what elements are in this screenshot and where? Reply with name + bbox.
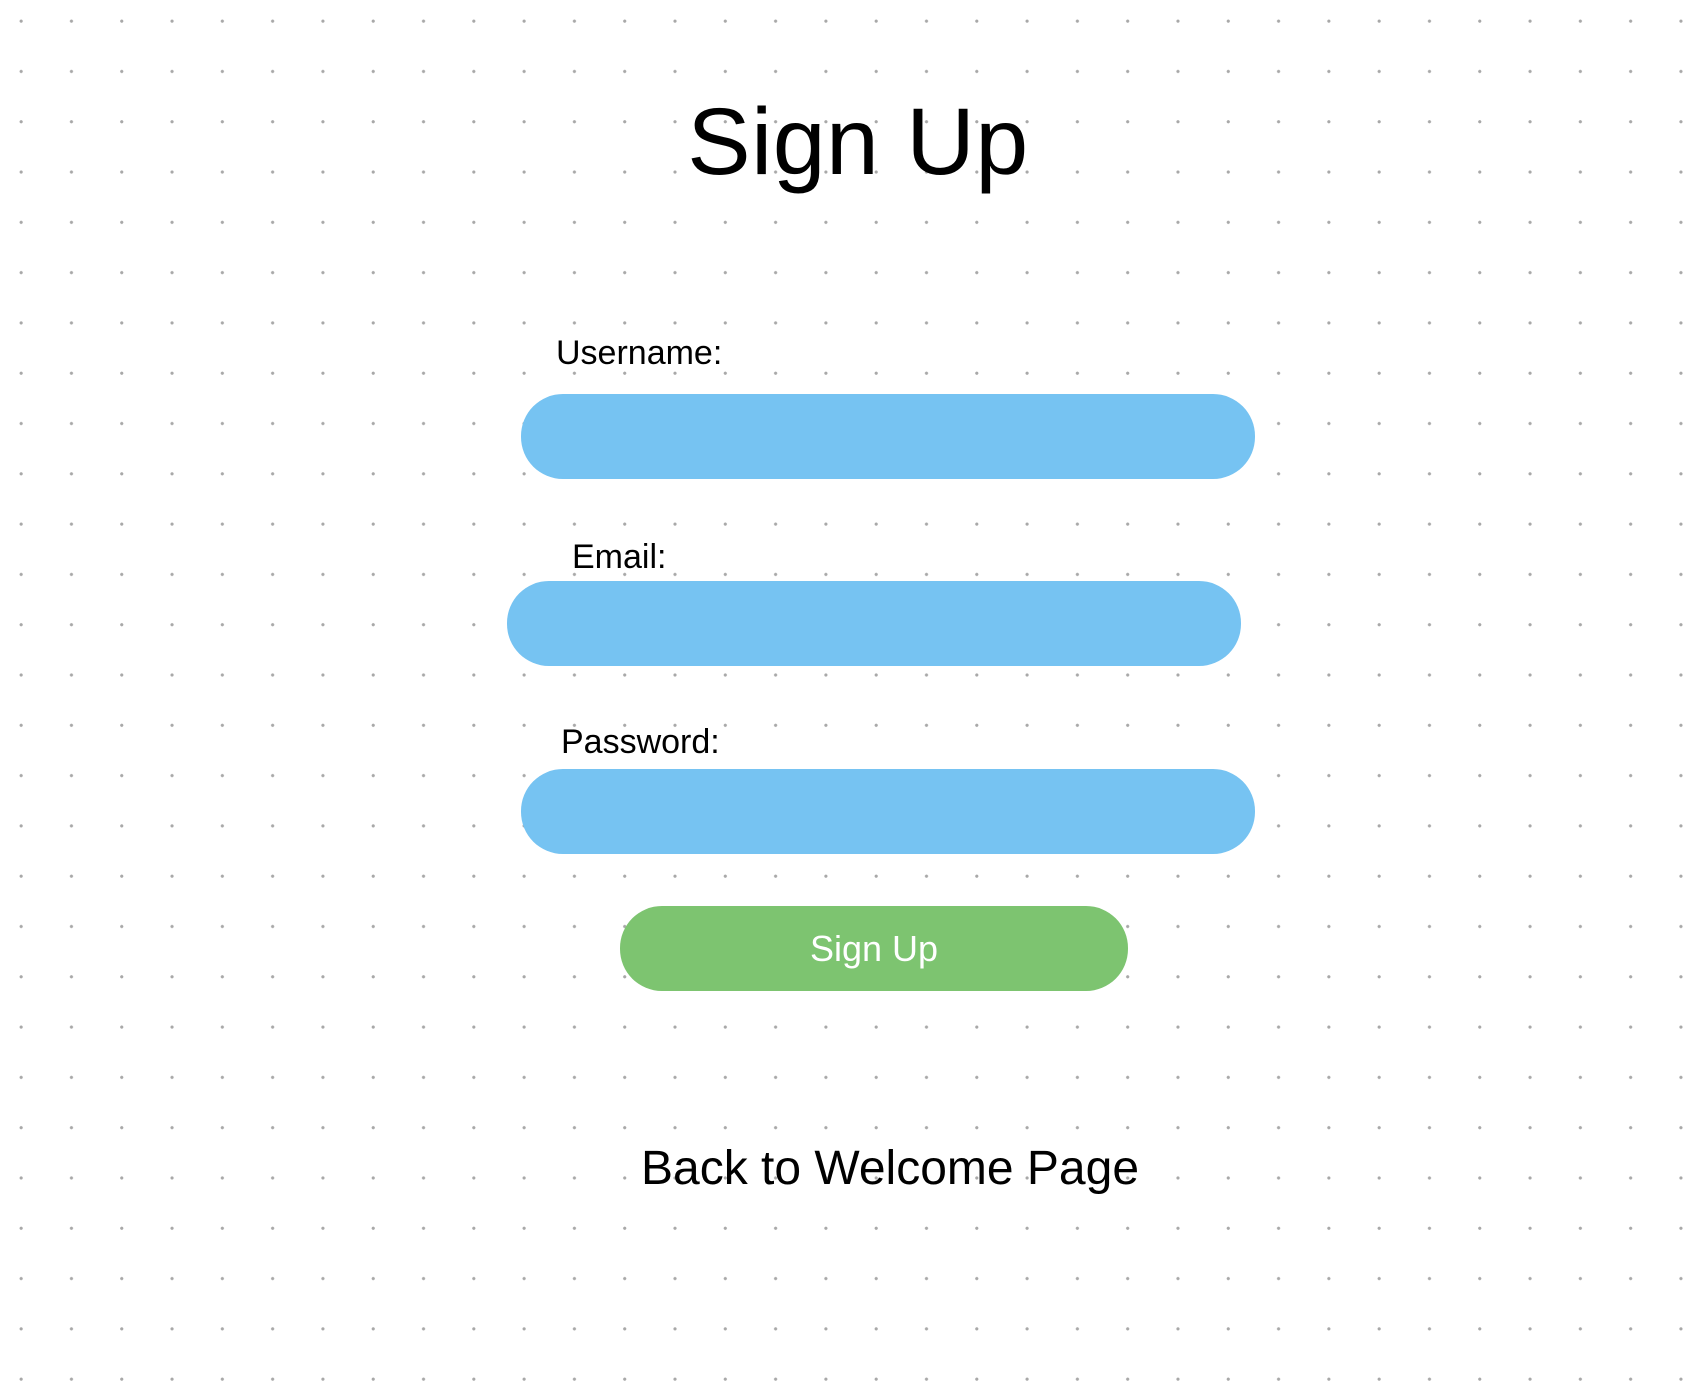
email-label: Email: [572, 538, 667, 576]
password-label: Password: [561, 723, 720, 761]
username-input[interactable] [521, 394, 1255, 479]
email-input[interactable] [507, 581, 1241, 666]
back-to-welcome-link[interactable]: Back to Welcome Page [600, 1145, 1180, 1193]
password-input[interactable] [521, 769, 1255, 854]
username-label: Username: [556, 334, 723, 372]
page-title: Sign Up [687, 89, 1029, 195]
sign-up-button[interactable]: Sign Up [620, 906, 1128, 991]
